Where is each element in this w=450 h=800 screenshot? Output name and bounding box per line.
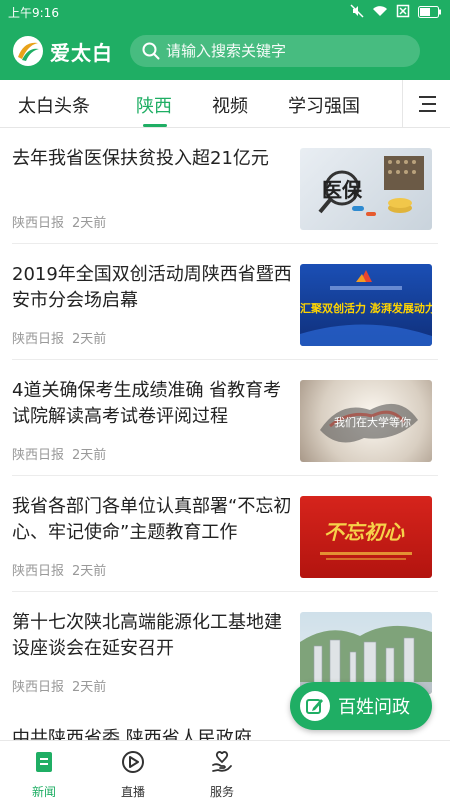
- news-title: 4道关确保考生成绩准确 省教育考试院解读高考试卷评阅过程: [12, 380, 282, 427]
- news-thumbnail: 医保: [300, 148, 432, 230]
- logo-icon: [13, 36, 43, 66]
- news-time: 2天前: [72, 332, 107, 347]
- news-thumbnail: 汇聚双创活力 澎湃发展动力: [300, 264, 432, 346]
- app-logo: 爱太白: [12, 33, 122, 69]
- news-thumbnail: 我们在大学等你: [300, 380, 432, 462]
- thumbnail-caption: 我们在大学等你: [334, 416, 411, 429]
- news-source: 陕西日报: [12, 216, 65, 231]
- edit-icon: [300, 691, 330, 721]
- play-icon: [122, 751, 144, 773]
- news-meta: 陕西日报 2天前: [12, 676, 106, 695]
- mute-icon: [350, 3, 364, 22]
- sim-icon: [396, 3, 410, 22]
- status-time: 上午9:16: [8, 6, 59, 20]
- thumbnail-caption: 医保: [322, 178, 362, 202]
- app-header: 上午9:16 爱太白: [0, 0, 450, 80]
- news-icon: [36, 752, 52, 772]
- status-icons: [350, 3, 442, 22]
- nav-news-label: 新闻: [31, 785, 56, 799]
- news-thumbnail: 不忘初心: [300, 496, 432, 578]
- nav-service[interactable]: 服务: [192, 749, 252, 800]
- news-time: 2天前: [72, 564, 107, 579]
- channel-menu-button[interactable]: [402, 80, 450, 128]
- tab-taibai-headlines[interactable]: 太白头条: [18, 92, 90, 118]
- news-item[interactable]: 我省各部门各单位认真部署“不忘初心、牢记使命”主题教育工作 陕西日报 2天前 不忘…: [0, 476, 450, 592]
- thumbnail-caption: 不忘初心: [324, 520, 404, 544]
- status-bar: 上午9:16: [0, 0, 450, 24]
- nav-live[interactable]: 直播: [103, 749, 163, 800]
- news-item[interactable]: 4道关确保考生成绩准确 省教育考试院解读高考试卷评阅过程 陕西日报 2天前 我们在…: [0, 360, 450, 476]
- wifi-icon: [372, 3, 388, 22]
- news-meta: 陕西日报 2天前: [12, 328, 106, 347]
- bottom-nav: 新闻 直播 服务: [0, 740, 450, 800]
- tab-xuexi-qiangguo[interactable]: 学习强国: [288, 92, 360, 118]
- news-meta: 陕西日报 2天前: [12, 560, 106, 579]
- news-meta: 陕西日报 2天前: [12, 212, 106, 231]
- tab-shaanxi[interactable]: 陕西: [136, 92, 172, 118]
- news-source: 陕西日报: [12, 448, 65, 463]
- app-name: 爱太白: [50, 40, 113, 65]
- news-item[interactable]: 去年我省医保扶贫投入超21亿元 陕西日报 2天前 医保: [0, 128, 450, 244]
- news-source: 陕西日报: [12, 680, 65, 695]
- news-time: 2天前: [72, 448, 107, 463]
- nav-live-label: 直播: [120, 785, 145, 799]
- news-time: 2天前: [72, 680, 107, 695]
- news-title: 去年我省医保扶贫投入超21亿元: [12, 148, 269, 169]
- news-title: 第十七次陕北高端能源化工基地建设座谈会在延安召开: [12, 612, 282, 659]
- news-title: 我省各部门各单位认真部署“不忘初心、牢记使命”主题教育工作: [12, 496, 292, 543]
- news-item[interactable]: 2019年全国双创活动周陕西省暨西安市分会场启幕 陕西日报 2天前 汇聚双创活力 …: [0, 244, 450, 360]
- menu-icon: [418, 96, 436, 112]
- battery-icon: [418, 3, 442, 22]
- news-source: 陕西日报: [12, 332, 65, 347]
- active-tab-indicator: [143, 124, 167, 127]
- news-meta: 陕西日报 2天前: [12, 444, 106, 463]
- news-source: 陕西日报: [12, 564, 65, 579]
- news-title: 2019年全国双创活动周陕西省暨西安市分会场启幕: [12, 264, 292, 311]
- nav-news[interactable]: 新闻: [14, 749, 74, 800]
- channel-tabs: 太白头条 陕西 视频 学习强国: [0, 80, 450, 128]
- news-title-partial[interactable]: 中共陕西省委 陕西省人民政府: [12, 726, 252, 740]
- search-bar[interactable]: [130, 35, 420, 67]
- public-inquiry-label: 百姓问政: [338, 697, 410, 718]
- service-heart-icon: [212, 751, 232, 772]
- search-input[interactable]: [166, 42, 406, 60]
- search-icon: [142, 42, 160, 60]
- nav-service-label: 服务: [209, 785, 234, 799]
- tab-video[interactable]: 视频: [212, 92, 248, 118]
- news-time: 2天前: [72, 216, 107, 231]
- thumbnail-caption: 汇聚双创活力 澎湃发展动力: [300, 302, 432, 315]
- public-inquiry-button[interactable]: 百姓问政: [290, 682, 432, 730]
